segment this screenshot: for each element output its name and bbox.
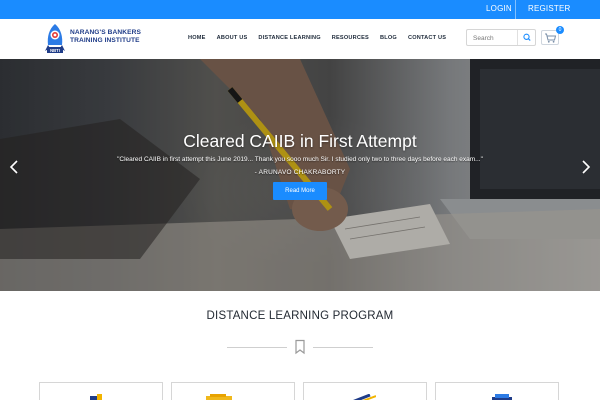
nav-resources[interactable]: RESOURCES: [332, 35, 369, 41]
program-card-image: [492, 394, 512, 400]
read-more-button[interactable]: Read More: [273, 182, 327, 200]
chevron-left-icon[interactable]: [8, 157, 20, 177]
nbti-logo[interactable]: NBTI: [44, 23, 66, 55]
main-nav: HOME ABOUT US DISTANCE LEARNING RESOURCE…: [188, 35, 457, 61]
nav-blog[interactable]: BLOG: [380, 35, 397, 41]
search-input[interactable]: [473, 32, 517, 44]
program-card-image: [353, 394, 376, 400]
hero-quote: "Cleared CAIIB in first attempt this Jun…: [117, 156, 483, 163]
chevron-right-icon[interactable]: [580, 157, 592, 177]
program-card-image: [90, 394, 102, 400]
search-button[interactable]: [517, 30, 535, 45]
cart-icon: [545, 33, 557, 43]
nav-distance-learning[interactable]: DISTANCE LEARNING: [258, 35, 320, 41]
hero-title: Cleared CAIIB in First Attempt: [183, 131, 417, 151]
search-box: [466, 29, 536, 46]
search-icon: [523, 33, 531, 41]
program-card-image: [206, 394, 232, 400]
top-bar: LOGIN REGISTER: [0, 0, 600, 19]
cart-count-badge: 0: [556, 26, 564, 34]
program-card[interactable]: [171, 382, 295, 400]
program-card[interactable]: [39, 382, 163, 400]
site-header: NBTI NARANG'S BANKERS TRAINING INSTITUTE…: [0, 19, 600, 61]
section-title: DISTANCE LEARNING PROGRAM: [206, 310, 394, 322]
bookmark-icon: [295, 339, 305, 355]
section-divider-left: [227, 347, 287, 348]
brand-line-2: TRAINING INSTITUTE: [70, 37, 140, 44]
section-divider-right: [313, 347, 373, 348]
nav-about-us[interactable]: ABOUT US: [217, 35, 248, 41]
register-link[interactable]: REGISTER: [528, 4, 571, 13]
nav-contact-us[interactable]: CONTACT US: [408, 35, 446, 41]
brand-name[interactable]: NARANG'S BANKERS TRAINING INSTITUTE: [70, 29, 141, 45]
logo-text: NBTI: [50, 48, 60, 53]
top-bar-divider: [515, 0, 516, 19]
nav-home[interactable]: HOME: [188, 35, 206, 61]
login-link[interactable]: LOGIN: [486, 4, 512, 13]
brand-line-1: NARANG'S BANKERS: [70, 29, 141, 36]
hero-author: - ARUNAVO CHAKRABORTY: [254, 169, 346, 176]
program-card[interactable]: [435, 382, 559, 400]
hero-slider: Cleared CAIIB in First Attempt "Cleared …: [0, 59, 600, 291]
program-card[interactable]: [303, 382, 427, 400]
cart-button[interactable]: 0: [541, 26, 564, 45]
